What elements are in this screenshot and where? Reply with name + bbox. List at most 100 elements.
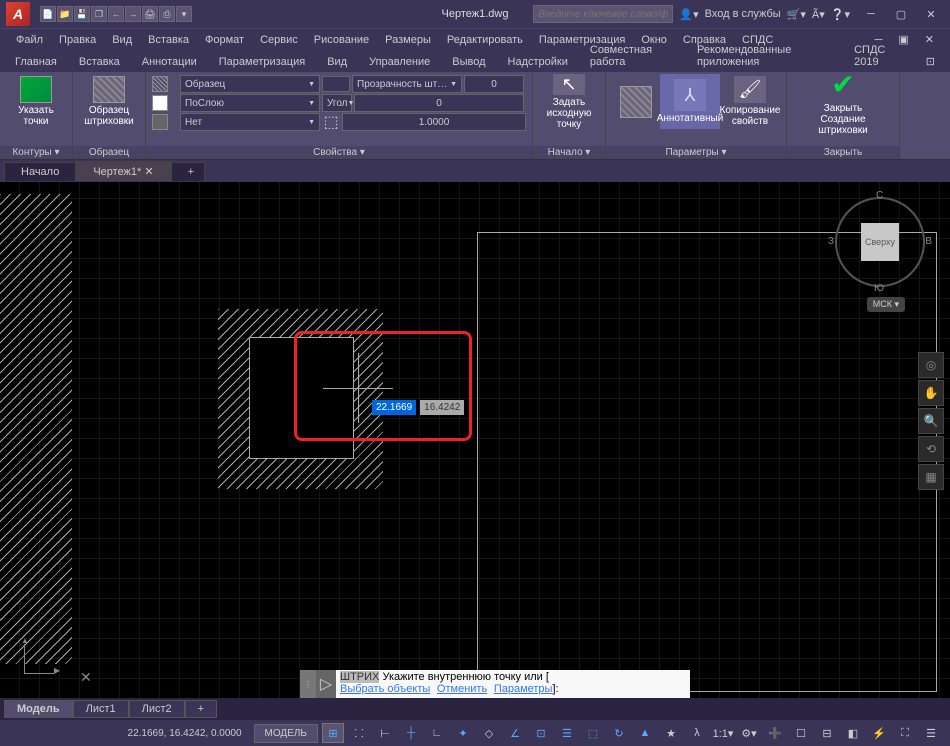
hatch-color-dropdown[interactable]: ПоСлою — [180, 94, 320, 112]
ribbon-tab-insert[interactable]: Вставка — [68, 52, 131, 72]
ribbon-collapse-icon[interactable]: ⊡ — [915, 51, 946, 72]
status-otrack-icon[interactable]: ⊡ — [530, 723, 552, 743]
status-isodraft-icon[interactable]: ◇ — [478, 723, 500, 743]
menu-file[interactable]: Файл — [8, 32, 51, 48]
nav-showmotion-icon[interactable]: ▦ — [918, 464, 944, 490]
maximize-button[interactable]: ▢ — [886, 4, 916, 24]
menu-draw[interactable]: Рисование — [306, 32, 377, 48]
viewcube-west[interactable]: З — [828, 236, 834, 247]
cmdline-opt-undo[interactable]: Отменить — [437, 683, 487, 695]
viewcube-south[interactable]: Ю — [874, 283, 884, 294]
status-model-button[interactable]: МОДЕЛЬ — [254, 724, 318, 743]
wcs-dropdown[interactable]: МСК ▾ — [867, 297, 905, 312]
cmdline-opt-settings[interactable]: Параметры — [494, 683, 553, 695]
cmdline-opt-select[interactable]: Выбрать объекты — [340, 683, 430, 695]
layout-tab-sheet1[interactable]: Лист1 — [73, 700, 129, 718]
qa-more-icon[interactable]: ▾ — [176, 6, 192, 22]
transparency-input[interactable] — [464, 75, 524, 93]
status-cycling-icon[interactable]: ↻ — [608, 723, 630, 743]
status-polar-icon[interactable]: ✦ — [452, 723, 474, 743]
pattern-type-dropdown[interactable]: Образец — [180, 75, 320, 93]
tab-close-icon[interactable]: ✕ — [144, 166, 153, 178]
status-osnap-icon[interactable]: ∠ — [504, 723, 526, 743]
associative-button[interactable] — [612, 74, 660, 129]
status-annoscale-icon[interactable]: ▲ — [634, 723, 656, 743]
nav-pan-icon[interactable]: ✋ — [918, 380, 944, 406]
cmdline-prompt-icon[interactable]: ▷ — [316, 670, 336, 698]
status-transparency-icon[interactable]: ⬚ — [582, 723, 604, 743]
status-scale-icon[interactable]: 1:1▾ — [712, 723, 734, 743]
layout-tab-model[interactable]: Модель — [4, 700, 73, 718]
status-grid-icon[interactable]: ⊞ — [322, 723, 344, 743]
ribbon-tab-view[interactable]: Вид — [316, 52, 358, 72]
view-cube[interactable]: Сверху С Ю З В — [830, 192, 930, 292]
layout-tab-sheet2[interactable]: Лист2 — [129, 700, 185, 718]
menu-edit[interactable]: Правка — [51, 32, 104, 48]
doc-tab-start[interactable]: Начало — [4, 162, 76, 181]
ribbon-tab-annotate[interactable]: Аннотации — [131, 52, 208, 72]
signin-link[interactable]: Вход в службы — [705, 8, 781, 20]
exchange-icon[interactable]: Ã▾ — [812, 8, 825, 21]
doc-close-icon[interactable]: ✕ — [917, 31, 942, 48]
status-autoscale-icon[interactable]: λ — [686, 723, 708, 743]
cart-icon[interactable]: 🛒▾ — [787, 8, 806, 21]
set-origin-button[interactable]: ↖ Задать исходную точку — [539, 74, 599, 129]
cmdline-drag-handle[interactable]: ⋮ — [300, 670, 316, 698]
status-infer-icon[interactable]: ⊢ — [374, 723, 396, 743]
menu-view[interactable]: Вид — [104, 32, 140, 48]
user-icon[interactable]: 👤▾ — [679, 8, 698, 21]
viewcube-north[interactable]: С — [876, 190, 883, 201]
ucs-icon[interactable] — [20, 638, 60, 678]
ribbon-tab-featured[interactable]: Рекомендованные приложения — [686, 40, 843, 72]
hatch-pattern-button[interactable]: Образец штриховки — [79, 74, 139, 129]
pick-points-button[interactable]: Указать точки — [6, 74, 66, 129]
status-ortho-icon[interactable]: ∟ — [426, 723, 448, 743]
status-cleanscreen-icon[interactable]: ⛶ — [894, 723, 916, 743]
match-properties-button[interactable]: 🖌 Копирование свойств — [720, 74, 780, 129]
angle-input[interactable] — [354, 94, 524, 112]
cmdline-content[interactable]: ШТРИХ Укажите внутреннюю точку или [ Выб… — [336, 670, 690, 698]
help-icon[interactable]: ❔▾ — [831, 8, 850, 21]
drawing-canvas[interactable]: 22.1669 16.4242 Сверху С Ю З В МСК ▾ ◎ ✋… — [0, 182, 950, 698]
status-units-icon[interactable]: ☐ — [790, 723, 812, 743]
app-logo[interactable]: A — [6, 2, 30, 26]
ribbon-tab-addins[interactable]: Надстройки — [497, 52, 579, 72]
coord-x-value[interactable]: 22.1669 — [372, 400, 416, 415]
menu-tools[interactable]: Сервис — [252, 32, 306, 48]
status-quickprops-icon[interactable]: ⊟ — [816, 723, 838, 743]
menu-format[interactable]: Формат — [197, 32, 252, 48]
close-hatch-button[interactable]: ✔ Закрыть Создание штриховки — [793, 74, 893, 129]
command-line[interactable]: ⋮ ▷ ШТРИХ Укажите внутреннюю точку или [… — [300, 670, 690, 698]
menu-dimension[interactable]: Размеры — [377, 32, 439, 48]
ribbon-tab-output[interactable]: Вывод — [441, 52, 496, 72]
minimize-button[interactable]: ─ — [856, 4, 886, 24]
ribbon-tab-home[interactable]: Главная — [4, 52, 68, 72]
panel-title-boundaries[interactable]: Контуры ▾ — [0, 146, 72, 159]
panel-title-pattern[interactable]: Образец — [73, 146, 145, 159]
layout-tab-add[interactable]: + — [185, 700, 217, 718]
ribbon-tab-parametric[interactable]: Параметризация — [208, 52, 316, 72]
status-annomonitor-icon[interactable]: ➕ — [764, 723, 786, 743]
qa-save-icon[interactable]: 💾 — [74, 6, 90, 22]
status-coordinates[interactable]: 22.1669, 16.4242, 0.0000 — [120, 728, 250, 739]
qa-redo-icon[interactable]: → — [125, 6, 141, 22]
status-annovis-icon[interactable]: ★ — [660, 723, 682, 743]
close-button[interactable]: ✕ — [916, 4, 946, 24]
panel-title-options[interactable]: Параметры ▾ — [606, 146, 786, 159]
doc-tab-active[interactable]: Чертеж1* ✕ — [76, 161, 170, 181]
panel-title-properties[interactable]: Свойства ▾ — [146, 146, 532, 159]
doc-tab-new[interactable]: + — [171, 162, 205, 181]
viewcube-top-face[interactable]: Сверху — [861, 223, 899, 261]
status-hardware-icon[interactable]: ⚡ — [868, 723, 890, 743]
transparency-dropdown[interactable]: Прозрачность шт… — [352, 75, 462, 93]
nav-orbit-icon[interactable]: ⟲ — [918, 436, 944, 462]
nav-wheel-icon[interactable]: ◎ — [918, 352, 944, 378]
transparency-slider[interactable] — [322, 76, 350, 92]
search-input[interactable] — [533, 5, 673, 23]
scale-input[interactable] — [342, 113, 526, 131]
qa-open-icon[interactable]: 📁 — [57, 6, 73, 22]
qa-saveas-icon[interactable]: ❐ — [91, 6, 107, 22]
qa-undo-icon[interactable]: ← — [108, 6, 124, 22]
status-isolate-icon[interactable]: ◧ — [842, 723, 864, 743]
nav-zoom-icon[interactable]: 🔍 — [918, 408, 944, 434]
